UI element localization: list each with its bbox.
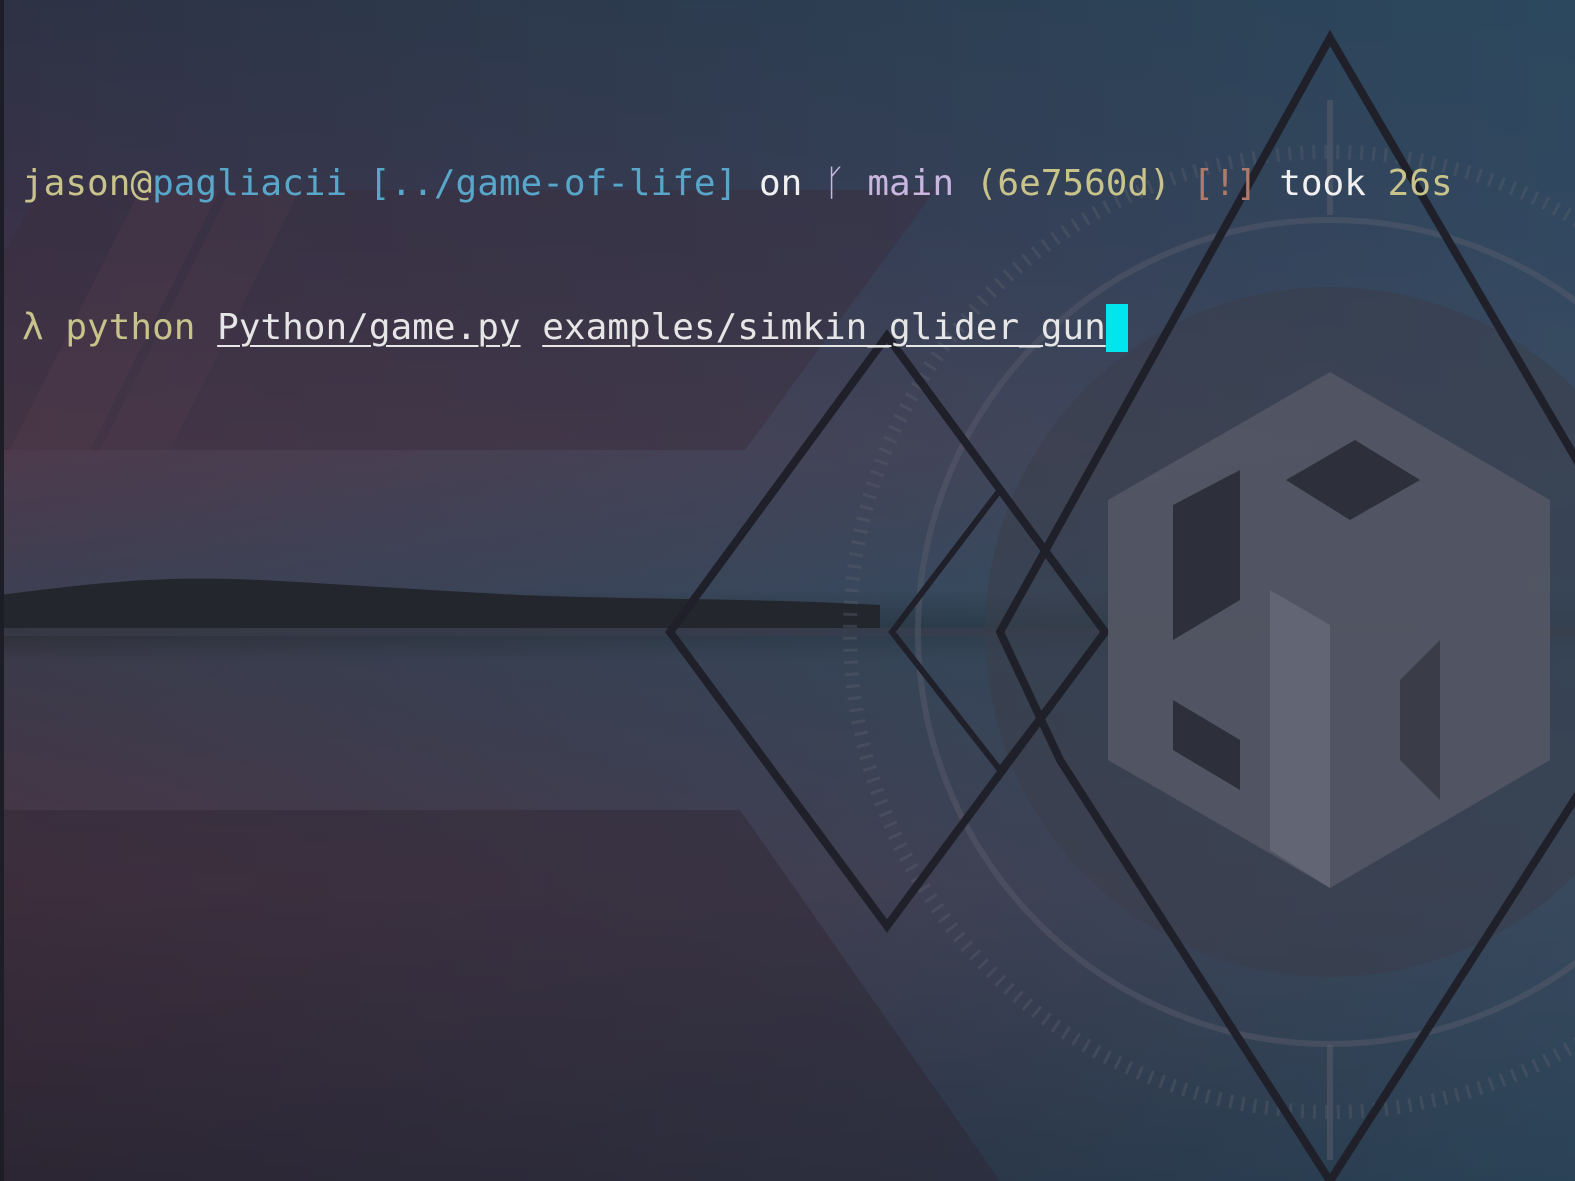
prompt-at: @ (130, 163, 153, 204)
window-left-border (0, 0, 4, 1181)
terminal-output[interactable]: jason@pagliacii [../game-of-life] on ᚴ m… (22, 64, 1562, 400)
prompt-on: on (758, 163, 803, 204)
command-arg-script: Python/game.py (217, 307, 521, 348)
command-program: python (65, 307, 196, 348)
prompt-commit: (6e7560d) (975, 163, 1171, 204)
git-branch-icon: ᚴ (824, 163, 846, 204)
prompt-path: [../game-of-life] (368, 163, 738, 204)
command-symbol: λ (22, 307, 44, 348)
command-line[interactable]: λ python Python/game.py examples/simkin_… (22, 304, 1562, 352)
prompt-branch: main (867, 163, 955, 204)
command-arg-example: examples/simkin_glider_gun (542, 307, 1106, 348)
prompt-user: jason (22, 163, 131, 204)
text-cursor (1105, 304, 1128, 352)
prompt-duration: 26s (1387, 163, 1453, 204)
shell-prompt-line: jason@pagliacii [../game-of-life] on ᚴ m… (22, 160, 1562, 208)
prompt-took: took (1279, 163, 1366, 204)
prompt-host: pagliacii (152, 163, 348, 204)
prompt-git-status: [!] (1192, 163, 1258, 204)
